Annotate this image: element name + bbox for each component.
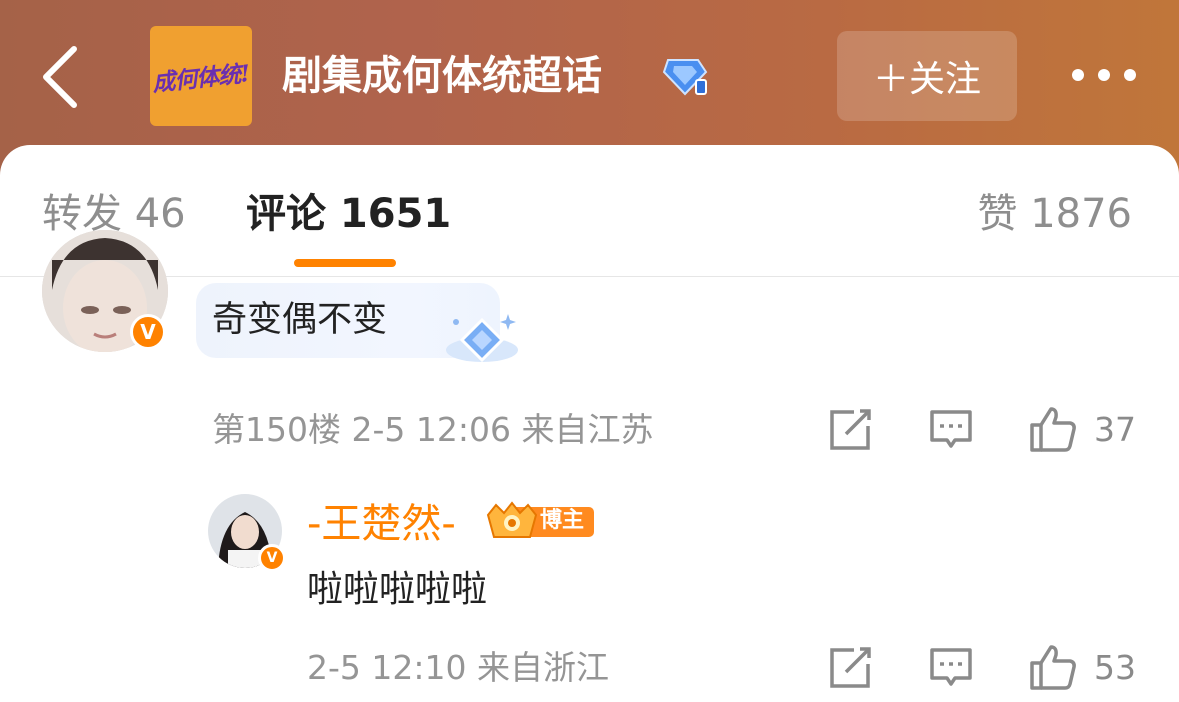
- tab-likes[interactable]: 赞 1876: [977, 186, 1132, 242]
- comment-icon[interactable]: [929, 646, 973, 690]
- comment-meta: 第150楼 2-5 12:06 来自江苏: [212, 410, 654, 449]
- follow-button[interactable]: ＋关注: [837, 31, 1017, 121]
- comment-avatar[interactable]: V: [42, 230, 168, 352]
- page-title: 剧集成何体统超话: [282, 53, 602, 99]
- back-button[interactable]: [30, 42, 90, 112]
- diamond-bubble-decoration-icon: [446, 314, 518, 363]
- tab-comments[interactable]: 评论 1651: [246, 186, 451, 242]
- verified-badge: V: [130, 314, 166, 350]
- reply-author-name[interactable]: -王楚然-: [307, 496, 456, 552]
- share-icon[interactable]: [828, 646, 872, 690]
- like-icon[interactable]: [1029, 643, 1077, 691]
- topic-logo[interactable]: 成何体统!: [150, 26, 252, 126]
- like-count: 37: [1094, 410, 1136, 449]
- comment-icon[interactable]: [929, 408, 973, 452]
- comment-text: 奇变偶不变: [212, 300, 388, 340]
- verified-badge: V: [258, 544, 286, 572]
- share-icon[interactable]: [828, 408, 872, 452]
- reply-avatar[interactable]: V: [208, 494, 286, 572]
- super-topic-diamond-icon: [662, 59, 708, 96]
- like-icon[interactable]: [1029, 405, 1077, 453]
- tab-divider: [0, 276, 1179, 277]
- reply-text: 啦啦啦啦啦: [307, 569, 488, 610]
- reply-meta: 2-5 12:10 来自浙江: [307, 648, 609, 687]
- logo-text: 成何体统!: [151, 59, 251, 97]
- active-tab-indicator: [294, 259, 396, 267]
- like-count: 53: [1094, 648, 1136, 687]
- back-arrow-icon: [43, 46, 77, 108]
- more-dots-icon[interactable]: [1068, 60, 1140, 90]
- blogger-badge-label: 博主: [540, 508, 585, 533]
